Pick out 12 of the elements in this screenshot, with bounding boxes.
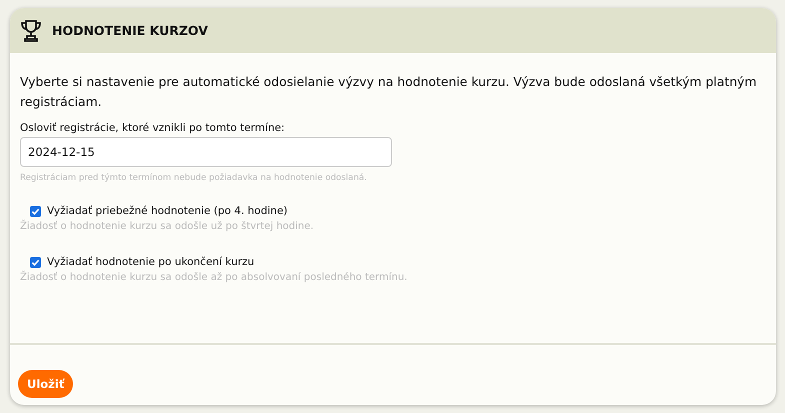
- checkbox[interactable]: [30, 206, 41, 216]
- option-hint: Žiadosť o hodnotenie kurzu sa odošle už po štvrtej hodine.: [20, 221, 315, 232]
- field-label: Osloviť registrácie, ktoré vznikli po tomto termíne:: [20, 122, 286, 134]
- card-title: HODNOTENIE KURZOV: [52, 23, 208, 38]
- option-hint: Žiadosť o hodnotenie kurzu sa odošle až po absolvovaní posledného termínu.: [20, 272, 408, 283]
- field-hint: Registráciam pred týmto termínom nebude požiadavka na hodnotenie odoslaná.: [20, 173, 368, 183]
- checkbox-label: Vyžiadať priebežné hodnotenie (po 4. hodine): [47, 205, 288, 217]
- date-field[interactable]: 2024-12-15: [20, 137, 392, 167]
- intro-text: Vyberte si nastavenie pre automatické odosielanie výzvy na hodnotenie kurzu. Výzva bude odoslaná všetkým platným registráciam.: [20, 73, 758, 111]
- checkbox-label: Vyžiadať hodnotenie po ukončení kurzu: [47, 256, 254, 268]
- trophy-icon: [20, 18, 42, 42]
- checkbox[interactable]: [30, 256, 41, 268]
